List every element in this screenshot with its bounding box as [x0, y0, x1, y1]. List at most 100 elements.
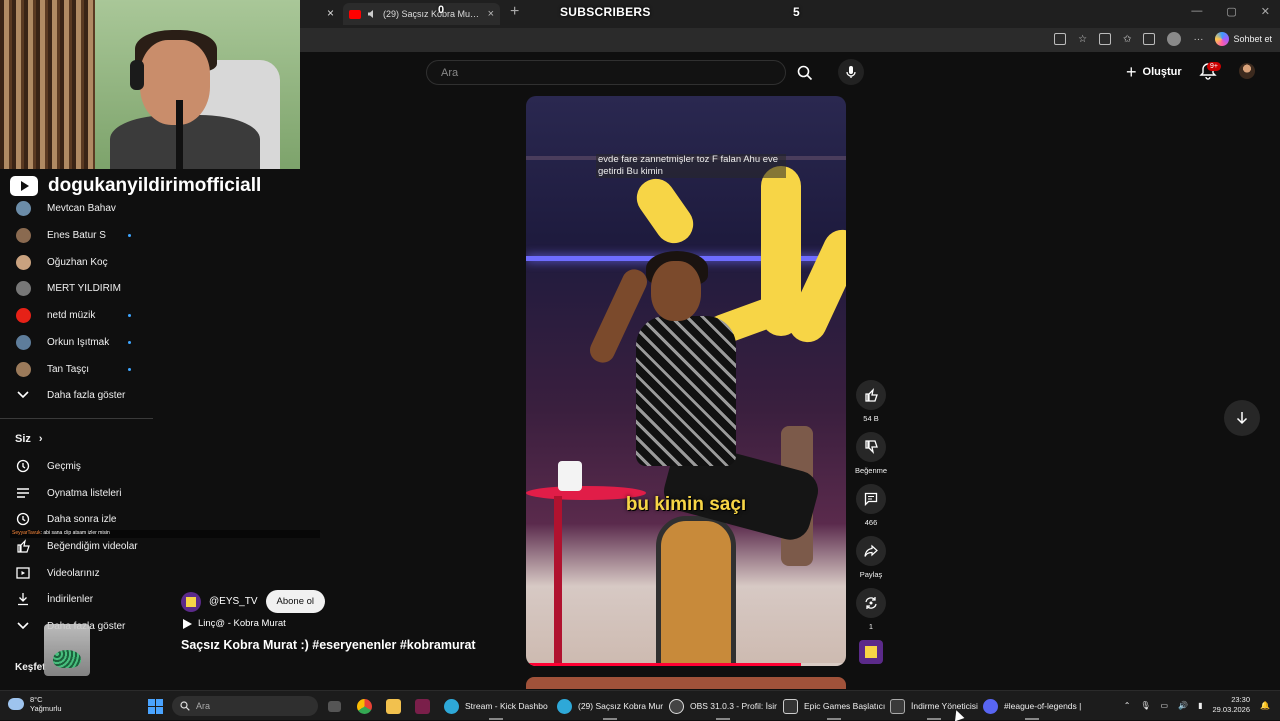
taskbar-app-epic[interactable]: Epic Games Başlatıcı — [783, 697, 885, 715]
taskbar-app-label: İndirme Yöneticisi — [911, 701, 978, 711]
media-app-icon[interactable] — [415, 697, 430, 715]
video-caption-main: bu kimin saçı — [625, 494, 747, 515]
account-avatar[interactable] — [1239, 63, 1255, 79]
youtube-favicon-icon — [349, 9, 361, 19]
comment-count: 466 — [864, 518, 878, 527]
short-video-player[interactable]: evde fare zannetmişler toz F falan Ahu e… — [526, 96, 846, 666]
volume-icon[interactable]: 🔊 — [1178, 701, 1188, 710]
music-label: Linç@ - Kobra Murat — [198, 618, 286, 629]
new-content-dot — [128, 233, 131, 237]
short-music-info[interactable]: Linç@ - Kobra Murat — [183, 618, 286, 629]
sidebar-item-subscription[interactable]: Tan Taşçı — [0, 356, 160, 382]
chevron-up-icon[interactable]: ⌃ — [1124, 701, 1131, 710]
remix-count: 1 — [868, 622, 874, 631]
copilot-button[interactable]: Sohbet et — [1215, 32, 1272, 46]
sidebar-item-label: İndirilenler — [47, 593, 94, 605]
windows-start-icon[interactable] — [148, 699, 163, 714]
close-tab-icon[interactable]: × — [327, 6, 334, 20]
weather-widget[interactable]: 8°C Yağmurlu — [8, 695, 62, 713]
sidebar-section-you[interactable]: Siz › — [15, 433, 43, 445]
collections-icon[interactable] — [1143, 33, 1156, 45]
notification-center-icon[interactable]: 🔔 — [1260, 701, 1270, 710]
like-button[interactable]: 54 B — [853, 380, 889, 423]
webcam-overlay — [0, 0, 300, 169]
dislike-button[interactable]: Beğenme — [853, 432, 889, 475]
new-content-dot — [128, 340, 131, 344]
short-title[interactable]: Saçsız Kobra Murat :) #eseryenenler #kob… — [181, 638, 476, 652]
extensions-icon[interactable] — [1099, 33, 1112, 45]
dislike-label: Beğenme — [854, 466, 888, 475]
playlist-icon — [16, 486, 30, 500]
sidebar-item-label: Mevtcan Bahav — [47, 202, 116, 214]
taskbar-clock[interactable]: 23:30 29.03.2026 — [1212, 695, 1250, 715]
close-window-icon[interactable]: ✕ — [1261, 5, 1270, 18]
search-button[interactable] — [786, 60, 824, 85]
sidebar-item-subscription[interactable]: Enes Batur S — [0, 222, 160, 248]
taskbar-app-label: OBS 31.0.3 - Profil: İsir — [690, 701, 777, 711]
new-tab-button[interactable]: + — [510, 3, 519, 21]
file-explorer-icon[interactable] — [386, 697, 401, 715]
mic-icon — [846, 66, 856, 78]
video-subject — [586, 246, 823, 666]
channel-avatar — [16, 361, 31, 377]
taskbar-app-youtube[interactable]: (29) Saçsız Kobra Mur — [557, 697, 663, 715]
profile-avatar[interactable] — [1167, 32, 1182, 46]
youtube-logo-icon — [10, 176, 38, 196]
taskbar-app-download-manager[interactable]: İndirme Yöneticisi — [890, 697, 978, 715]
taskbar-app-discord[interactable]: #league-of-legends | — [983, 697, 1081, 715]
minimize-icon[interactable]: — — [1191, 5, 1202, 18]
channel-avatar[interactable] — [181, 591, 201, 612]
taskbar-search-input[interactable]: Ara — [172, 696, 318, 716]
sidebar-item-subscription[interactable]: netd müzik — [0, 302, 160, 328]
channel-handle[interactable]: @EYS_TV — [209, 596, 258, 607]
history-icon — [16, 459, 30, 473]
sidebar-item-subscription[interactable]: Oğuzhan Koç — [0, 249, 160, 275]
sidebar-item-history[interactable]: Geçmiş — [0, 453, 160, 479]
taskbar-app-obs[interactable]: OBS 31.0.3 - Profil: İsir — [669, 697, 777, 715]
task-view-icon[interactable] — [328, 697, 341, 715]
search-input[interactable]: Ara — [426, 60, 786, 85]
show-more-subscriptions-button[interactable]: Daha fazla göster — [0, 382, 160, 408]
taskbar-search-placeholder: Ara — [196, 701, 211, 711]
sidebar-item-playlists[interactable]: Oynatma listeleri — [0, 480, 160, 506]
taskbar-app-kick[interactable]: Stream - Kick Dashbo — [444, 697, 548, 715]
browser-tab-active[interactable]: (29) Saçsız Kobra Murat :) #es × — [343, 3, 500, 25]
subscribe-button[interactable]: Abone ol — [265, 590, 326, 613]
tab-close-icon[interactable]: × — [488, 8, 494, 20]
sidebar-item-subscription[interactable]: Orkun Işıtmak — [0, 329, 160, 355]
share-button[interactable]: Paylaş — [853, 536, 889, 579]
video-progress-bar[interactable] — [526, 663, 846, 666]
chrome-icon[interactable] — [357, 697, 372, 715]
taskbar-app-label: #league-of-legends | — [1004, 701, 1082, 711]
comments-button[interactable]: 466 — [853, 484, 889, 527]
more-menu-icon[interactable]: ··· — [1193, 34, 1203, 45]
address-bar[interactable]: ☆ ✩ ··· Sohbet et — [300, 28, 1280, 52]
sidebar-item-watch-later[interactable]: Daha sonra izle — [0, 506, 160, 532]
sidebar-item-downloads[interactable]: İndirilenler — [0, 586, 160, 612]
favorite-star-icon[interactable]: ☆ — [1078, 34, 1087, 45]
stream-channel-name: dogukanyildirimofficiall — [48, 175, 262, 196]
sidebar-item-your-videos[interactable]: Videolarınız — [0, 560, 160, 586]
favorites-icon[interactable]: ✩ — [1123, 34, 1131, 45]
mic-icon[interactable]: 🎙 — [1140, 701, 1150, 710]
voice-search-button[interactable] — [838, 59, 864, 85]
channel-avatar — [16, 254, 31, 270]
browser-toolbar: ☆ ✩ ··· Sohbet et — [1054, 32, 1272, 46]
short-channel-info: @EYS_TV Abone ol — [181, 590, 326, 613]
speaker-icon[interactable] — [367, 9, 377, 19]
create-button[interactable]: + Oluştur — [1126, 63, 1182, 81]
sound-thumbnail[interactable] — [859, 640, 883, 664]
sidebar-item-label: Oğuzhan Koç — [47, 256, 108, 268]
sidebar-item-subscription[interactable]: MERT YILDIRIM — [0, 275, 160, 301]
channel-avatar — [16, 334, 31, 350]
tab-actions-icon[interactable] — [1054, 33, 1067, 45]
remix-button[interactable]: 1 — [853, 588, 889, 631]
battery-icon[interactable]: ▮ — [1198, 701, 1202, 710]
overlay-label: SUBSCRIBERS — [560, 5, 651, 19]
maximize-icon[interactable]: ▢ — [1226, 5, 1236, 18]
next-short-button[interactable] — [1224, 400, 1260, 436]
network-icon[interactable]: ▭ — [1161, 701, 1169, 710]
sidebar-item-subscription[interactable]: Mevtcan Bahav — [0, 195, 160, 221]
next-short-preview[interactable] — [526, 677, 846, 689]
recycle-bin-icon[interactable] — [44, 624, 90, 676]
